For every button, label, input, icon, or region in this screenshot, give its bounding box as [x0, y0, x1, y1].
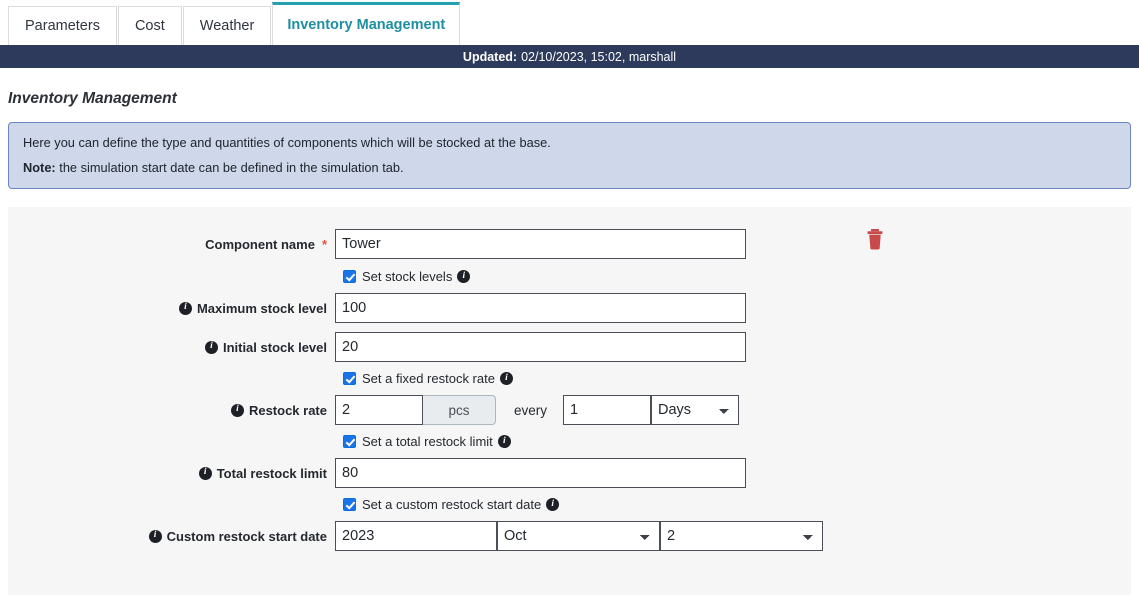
tab-bar: Parameters Cost Weather Inventory Manage…	[0, 0, 1139, 45]
restock-rate-label-text: Restock rate	[248, 402, 327, 418]
set-custom-restock-start-date-label: Set a custom restock start date	[362, 497, 542, 512]
info-box: Here you can define the type and quantit…	[8, 122, 1131, 189]
custom-restock-start-date-label-text: Custom restock start date	[166, 528, 327, 544]
custom-restock-start-date-month-select[interactable]: Oct	[497, 521, 660, 551]
row-total-restock-limit: i Total restock limit	[8, 458, 1131, 488]
label-initial-stock-level: i Initial stock level	[8, 340, 335, 355]
initial-stock-level-input[interactable]	[335, 332, 746, 362]
status-bar-value: 02/10/2023, 15:02, marshall	[521, 49, 677, 64]
restock-rate-interval-input[interactable]	[563, 395, 652, 425]
maximum-stock-level-label-text: Maximum stock level	[196, 300, 327, 316]
custom-restock-start-date-day-select[interactable]: 2	[660, 521, 823, 551]
row-initial-stock-level: i Initial stock level	[8, 332, 1131, 362]
label-restock-rate: i Restock rate	[8, 403, 335, 418]
info-icon[interactable]: i	[457, 270, 471, 283]
set-total-restock-limit-checkbox[interactable]	[343, 435, 356, 448]
set-fixed-restock-rate-label: Set a fixed restock rate	[362, 371, 495, 386]
inventory-form-panel: Component name * Set stock levels i i Max…	[8, 207, 1131, 595]
trash-icon	[867, 229, 883, 250]
tab-inventory-management[interactable]: Inventory Management	[272, 2, 461, 45]
info-box-note-label: Note:	[23, 160, 56, 175]
row-set-custom-restock-start-date: Set a custom restock start date i	[343, 497, 1131, 512]
required-asterisk: *	[321, 236, 327, 252]
restock-rate-period-select[interactable]: Days	[651, 395, 740, 425]
page-title: Inventory Management	[8, 90, 177, 107]
set-custom-restock-start-date-checkbox[interactable]	[343, 498, 356, 511]
info-icon[interactable]: i	[204, 340, 218, 354]
info-icon[interactable]: i	[497, 435, 511, 448]
tab-parameters[interactable]: Parameters	[8, 6, 117, 45]
row-component-name: Component name *	[8, 229, 1131, 259]
component-name-input[interactable]	[335, 229, 746, 259]
initial-stock-level-label-text: Initial stock level	[222, 339, 327, 355]
label-maximum-stock-level: i Maximum stock level	[8, 301, 335, 316]
row-set-total-restock-limit: Set a total restock limit i	[343, 434, 1131, 449]
restock-rate-amount-input[interactable]	[335, 395, 423, 425]
maximum-stock-level-input[interactable]	[335, 293, 746, 323]
set-stock-levels-label: Set stock levels	[362, 269, 453, 284]
tab-weather[interactable]: Weather	[182, 6, 272, 45]
info-icon[interactable]: i	[198, 466, 212, 480]
info-icon[interactable]: i	[230, 403, 244, 417]
status-bar: Updated: 02/10/2023, 15:02, marshall	[0, 45, 1139, 68]
custom-restock-start-date-year-input[interactable]	[335, 521, 497, 551]
label-custom-restock-start-date: i Custom restock start date	[8, 529, 335, 544]
info-box-line-2: Note: the simulation start date can be d…	[23, 160, 1116, 175]
restock-rate-unit-addon: pcs	[423, 395, 496, 425]
status-bar-label: Updated:	[462, 49, 518, 64]
info-box-line-1: Here you can define the type and quantit…	[23, 135, 551, 150]
label-total-restock-limit: i Total restock limit	[8, 466, 335, 481]
total-restock-limit-input[interactable]	[335, 458, 746, 488]
component-name-label-text: Component name	[205, 236, 315, 252]
row-set-fixed-restock-rate: Set a fixed restock rate i	[343, 371, 1131, 386]
label-component-name: Component name *	[8, 237, 335, 252]
info-icon[interactable]: i	[178, 301, 192, 315]
row-maximum-stock-level: i Maximum stock level	[8, 293, 1131, 323]
info-icon[interactable]: i	[499, 372, 513, 385]
total-restock-limit-label-text: Total restock limit	[216, 465, 327, 481]
row-set-stock-levels: Set stock levels i	[343, 269, 1131, 284]
set-total-restock-limit-label: Set a total restock limit	[362, 434, 493, 449]
info-icon[interactable]: i	[148, 529, 162, 543]
set-stock-levels-checkbox[interactable]	[343, 270, 356, 283]
restock-rate-every-label: every	[514, 402, 548, 418]
info-box-note-text: the simulation start date can be defined…	[55, 160, 404, 175]
delete-component-button[interactable]	[860, 225, 890, 255]
set-fixed-restock-rate-checkbox[interactable]	[343, 372, 356, 385]
row-restock-rate: i Restock rate pcs every Days	[8, 395, 1131, 425]
row-custom-restock-start-date: i Custom restock start date Oct 2	[8, 521, 1131, 551]
info-icon[interactable]: i	[546, 498, 560, 511]
tab-cost[interactable]: Cost	[117, 6, 182, 45]
